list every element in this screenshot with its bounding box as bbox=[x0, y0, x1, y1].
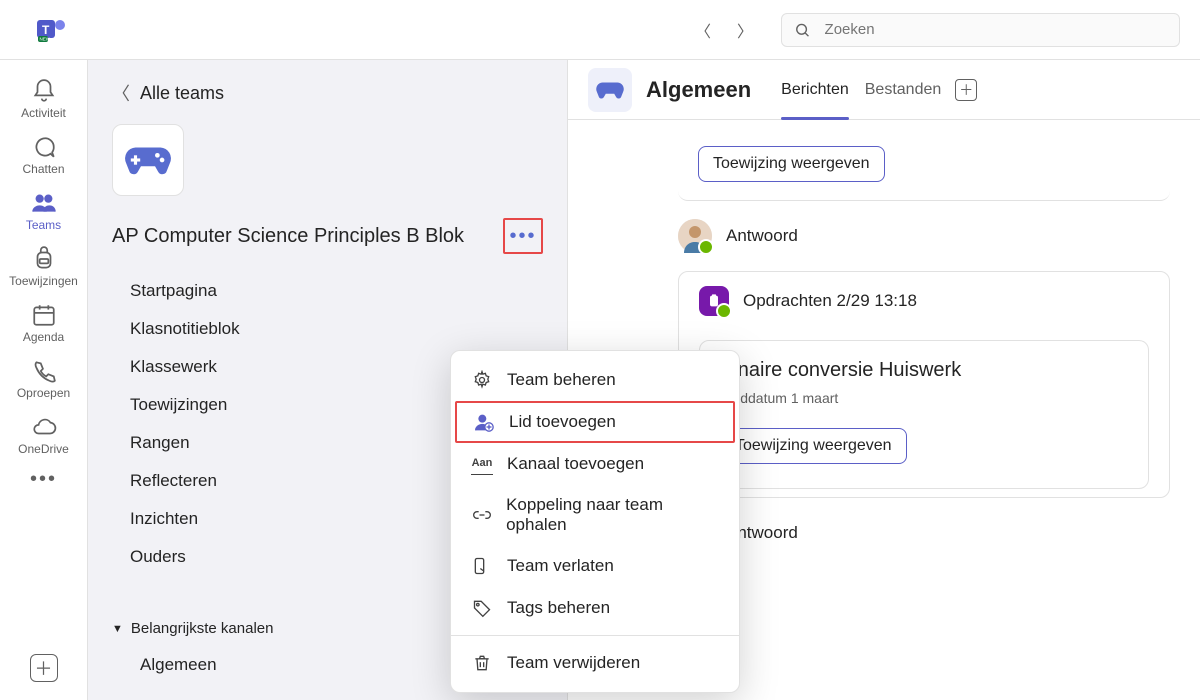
channel-tabs: Berichten Bestanden ＋ bbox=[775, 73, 977, 107]
search-input[interactable] bbox=[825, 21, 1167, 38]
backpack-icon bbox=[31, 246, 57, 272]
reply-row[interactable]: Antwoord bbox=[678, 219, 1200, 253]
tag-icon bbox=[471, 597, 493, 619]
team-name: AP Computer Science Principles B Blok bbox=[112, 225, 464, 248]
post-header: Opdrachten 2/29 13:18 bbox=[679, 272, 1169, 330]
rail-calls[interactable]: Oproepen bbox=[0, 350, 88, 406]
cloud-icon bbox=[31, 414, 57, 440]
rail-label: Toewijzingen bbox=[9, 274, 78, 288]
bell-icon bbox=[31, 78, 57, 104]
menu-label: Tags beheren bbox=[507, 598, 610, 618]
gamepad-icon bbox=[595, 80, 625, 100]
rail-chat[interactable]: Chatten bbox=[0, 126, 88, 182]
rail-label: Activiteit bbox=[21, 106, 66, 120]
team-more-button[interactable]: ••• bbox=[503, 218, 543, 254]
post-author-time: Opdrachten 2/29 13:18 bbox=[743, 291, 917, 311]
menu-manage-tags[interactable]: Tags beheren bbox=[451, 587, 739, 629]
menu-label: Kanaal toevoegen bbox=[507, 454, 644, 474]
rail-label: OneDrive bbox=[18, 442, 69, 456]
menu-get-link[interactable]: Koppeling naar team ophalen bbox=[451, 485, 739, 545]
forward-button[interactable]: 〉 bbox=[729, 14, 761, 46]
rail-calendar[interactable]: Agenda bbox=[0, 294, 88, 350]
rail-apps-button[interactable]: ＋ bbox=[30, 654, 58, 682]
history-nav: 〈 〉 bbox=[687, 14, 761, 46]
rail-label: Chatten bbox=[22, 162, 64, 176]
user-avatar bbox=[678, 219, 712, 253]
teams-logo: TNEW bbox=[35, 14, 67, 46]
svg-text:NEW: NEW bbox=[40, 36, 51, 41]
rail-assignments[interactable]: Toewijzingen bbox=[0, 238, 88, 294]
view-assignment-button[interactable]: Toewijzing weergeven bbox=[720, 428, 907, 464]
assignment-title: Binaire conversie Huiswerk bbox=[720, 359, 1128, 382]
people-icon bbox=[31, 190, 57, 216]
assignment-body: Binaire conversie Huiswerk Einddatum 1 m… bbox=[699, 340, 1149, 489]
app-rail: Activiteit Chatten Teams Toewijzingen Ag… bbox=[0, 60, 88, 700]
all-teams-label: Alle teams bbox=[140, 83, 224, 104]
reply-label[interactable]: Antwoord bbox=[726, 226, 798, 246]
search-box[interactable] bbox=[781, 13, 1180, 47]
nav-home[interactable]: Startpagina bbox=[124, 272, 543, 310]
menu-label: Lid toevoegen bbox=[509, 412, 616, 432]
rail-teams[interactable]: Teams bbox=[0, 182, 88, 238]
tab-files[interactable]: Bestanden bbox=[859, 73, 948, 107]
calendar-icon bbox=[31, 302, 57, 328]
leave-icon bbox=[471, 555, 493, 577]
menu-label: Team verlaten bbox=[507, 556, 614, 576]
top-bar: TNEW 〈 〉 bbox=[0, 0, 1200, 60]
channel-avatar bbox=[588, 68, 632, 112]
assignment-card: Toewijzing weergeven bbox=[678, 136, 1170, 201]
assignment-due: Einddatum 1 maart bbox=[720, 390, 1128, 406]
menu-leave-team[interactable]: Team verlaten bbox=[451, 545, 739, 587]
link-icon bbox=[471, 504, 492, 526]
assignment-post-card: Opdrachten 2/29 13:18 Binaire conversie … bbox=[678, 271, 1170, 498]
rail-activity[interactable]: Activiteit bbox=[0, 70, 88, 126]
all-teams-link[interactable]: 〈 Alle teams bbox=[112, 80, 543, 106]
menu-separator bbox=[451, 635, 739, 636]
chevron-left-icon: 〈 bbox=[112, 80, 130, 106]
search-icon bbox=[794, 21, 811, 39]
chat-icon bbox=[31, 134, 57, 160]
rail-onedrive[interactable]: OneDrive bbox=[0, 406, 88, 462]
menu-add-channel[interactable]: Aan Kanaal toevoegen bbox=[451, 443, 739, 485]
menu-label: Koppeling naar team ophalen bbox=[506, 495, 719, 535]
menu-manage-team[interactable]: Team beheren bbox=[451, 359, 739, 401]
gamepad-icon bbox=[123, 140, 173, 180]
view-assignment-button[interactable]: Toewijzing weergeven bbox=[698, 146, 885, 182]
menu-label: Team beheren bbox=[507, 370, 616, 390]
rail-label: Agenda bbox=[23, 330, 64, 344]
menu-add-member[interactable]: Lid toevoegen bbox=[455, 401, 735, 443]
rail-label: Oproepen bbox=[17, 386, 70, 400]
phone-icon bbox=[31, 358, 57, 384]
add-tab-button[interactable]: ＋ bbox=[955, 79, 977, 101]
team-context-menu: Team beheren Lid toevoegen Aan Kanaal to… bbox=[450, 350, 740, 693]
gear-icon bbox=[471, 369, 493, 391]
menu-label: Team verwijderen bbox=[507, 653, 640, 673]
svg-text:T: T bbox=[42, 23, 50, 37]
rail-label: Teams bbox=[26, 218, 61, 232]
person-add-icon bbox=[473, 411, 495, 433]
team-panel: 〈 Alle teams AP Computer Science Princip… bbox=[88, 60, 568, 700]
nav-notebook[interactable]: Klasnotitieblok bbox=[124, 310, 543, 348]
caret-down-icon: ▼ bbox=[112, 623, 123, 635]
channels-label: Belangrijkste kanalen bbox=[131, 620, 274, 637]
tab-posts[interactable]: Berichten bbox=[775, 73, 855, 107]
menu-delete-team[interactable]: Team verwijderen bbox=[451, 642, 739, 684]
channel-add-icon: Aan bbox=[471, 453, 493, 475]
rail-more[interactable]: ••• bbox=[30, 468, 57, 491]
back-button[interactable]: 〈 bbox=[687, 14, 719, 46]
trash-icon bbox=[471, 652, 493, 674]
channel-title: Algemeen bbox=[646, 77, 751, 103]
reply-row[interactable]: Antwoord bbox=[678, 516, 1200, 550]
assignments-app-icon bbox=[699, 286, 729, 316]
team-avatar bbox=[112, 124, 184, 196]
channel-header: Algemeen Berichten Bestanden ＋ bbox=[568, 60, 1200, 120]
